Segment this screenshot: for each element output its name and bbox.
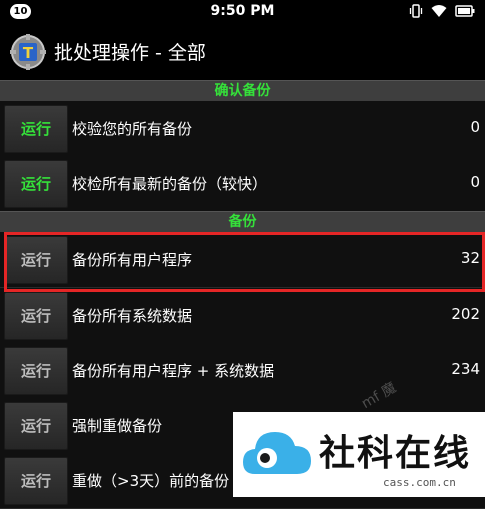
status-icons (409, 4, 475, 18)
highlight-box (4, 232, 485, 292)
list-item-count: 202 (451, 305, 480, 323)
section-header-backup: 备份 (0, 211, 485, 232)
list-item-label: 校检所有最新的备份（较快） (72, 175, 268, 193)
list-item-label: 备份所有系统数据 (72, 307, 193, 325)
run-button[interactable]: 运行 (4, 105, 68, 153)
cloud-logo-icon (243, 432, 311, 474)
list-item-count: 0 (470, 118, 480, 136)
list-item-count: 0 (470, 173, 480, 191)
list-item: 运行 校检所有最新的备份（较快） 0 (0, 156, 485, 212)
battery-icon (455, 5, 475, 17)
run-button[interactable]: 运行 (4, 402, 68, 450)
watermark-domain: cass.com.cn (383, 476, 456, 489)
list-item: 运行 校验您的所有备份 0 (0, 101, 485, 157)
vibrate-icon (409, 4, 423, 18)
wifi-icon (431, 5, 447, 17)
page-title: 批处理操作 - 全部 (54, 42, 206, 64)
watermark-brand: 社科在线 (319, 433, 472, 474)
status-bar: 10 9:50 PM (0, 0, 485, 24)
run-button[interactable]: 运行 (4, 160, 68, 208)
titanium-backup-app-icon: T (10, 34, 46, 70)
watermark-logo: 社科在线 cass.com.cn (233, 412, 485, 497)
run-button[interactable]: 运行 (4, 457, 68, 505)
action-bar: T 批处理操作 - 全部 (0, 24, 485, 81)
list-item-count: 234 (451, 360, 480, 378)
list-item-label: 重做（>3天）前的备份 (72, 472, 230, 490)
list-item-label: 校验您的所有备份 (72, 120, 193, 138)
run-button[interactable]: 运行 (4, 292, 68, 340)
svg-text:T: T (23, 44, 34, 62)
section-header-verify: 确认备份 (0, 80, 485, 101)
list-item-label: 备份所有用户程序 + 系统数据 (72, 362, 275, 380)
run-button[interactable]: 运行 (4, 347, 68, 395)
list-item: 运行 备份所有用户程序 + 系统数据 234 (0, 343, 485, 399)
list-item: 运行 备份所有系统数据 202 (0, 288, 485, 344)
list-item-label: 强制重做备份 (72, 417, 163, 435)
